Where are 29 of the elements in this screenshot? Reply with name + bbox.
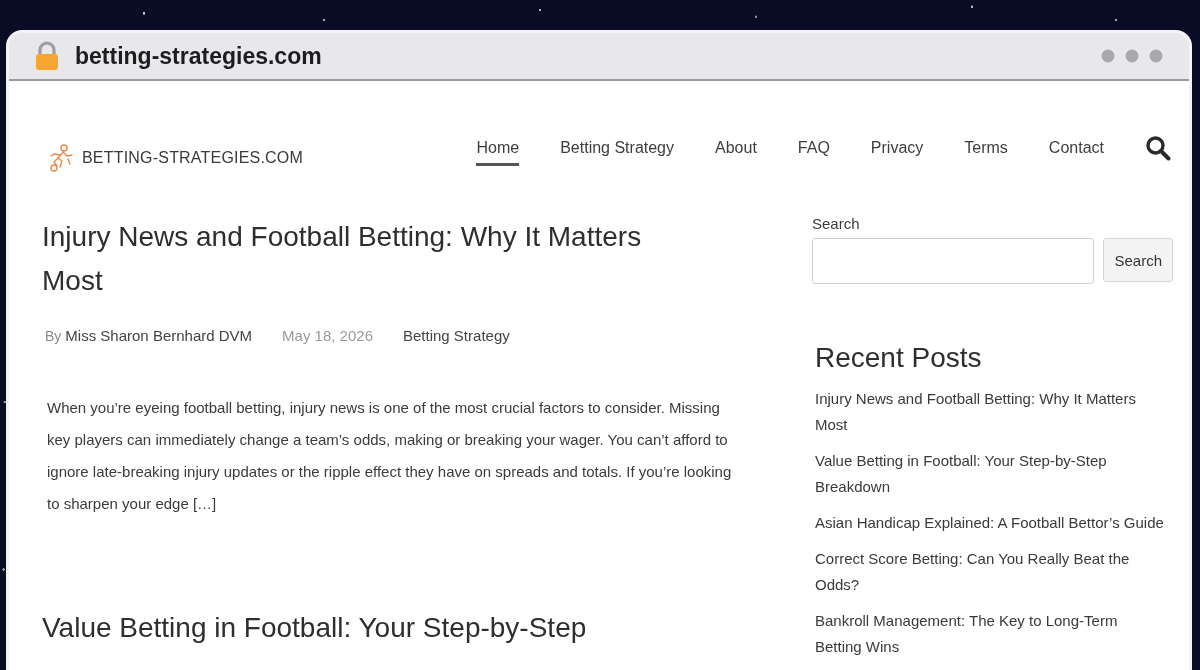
recent-post-link[interactable]: Asian Handicap Explained: A Football Bettor’s Guide [815,510,1164,536]
window-dots-icon [1101,49,1163,63]
search-label: Search [812,215,861,232]
nav-link[interactable]: Home [476,139,520,166]
recent-posts-heading: Recent Posts [815,342,983,374]
by-label: By [45,328,62,344]
recent-post-link[interactable]: Correct Score Betting: Can You Really Beat the Odds? [815,546,1164,598]
nav-link[interactable]: FAQ [797,139,830,166]
nav-link[interactable]: Betting Strategy [560,139,674,166]
site-logo-text[interactable]: BETTING-STRATEGIES.COM [82,149,303,167]
post-date: May 18, 2026 [282,327,373,344]
search-icon[interactable] [1145,135,1171,161]
recent-post-link[interactable]: Bankroll Management: The Key to Long-Term Betting Wins [815,608,1164,660]
post-title[interactable]: Value Betting in Football: Your Step-by-Step [42,606,702,650]
nav-link[interactable]: Privacy [870,139,924,166]
search-field[interactable] [812,238,1095,284]
nav-link[interactable]: Contact [1048,139,1104,166]
football-player-icon [48,144,74,172]
post-excerpt: When you’re eyeing football betting, injury news is one of the most crucial factors to consider. Missing key players can immediately change a team’s odds, making or breaking your wager. You can’t afford to ignore late-breaking injury updates or the ripple effect they have on spreads and totals. If you’re looking to sharpen your edge […] [47,398,733,514]
category-link[interactable]: Betting Strategy [403,327,510,344]
post-title[interactable]: Injury News and Football Betting: Why It Matters Most [42,215,702,303]
search-button[interactable]: Search [1103,238,1173,282]
recent-post-link[interactable]: Value Betting in Football: Your Step-by-Step Breakdown [815,448,1164,500]
url-text: betting-strategies.com [75,42,323,70]
lock-icon [35,41,59,71]
nav-link[interactable]: About [715,139,757,166]
nav-link[interactable]: Terms [964,139,1008,166]
author-link[interactable]: Miss Sharon Bernhard DVM [65,327,253,344]
recent-post-link[interactable]: Injury News and Football Betting: Why It Matters Most [815,386,1164,438]
